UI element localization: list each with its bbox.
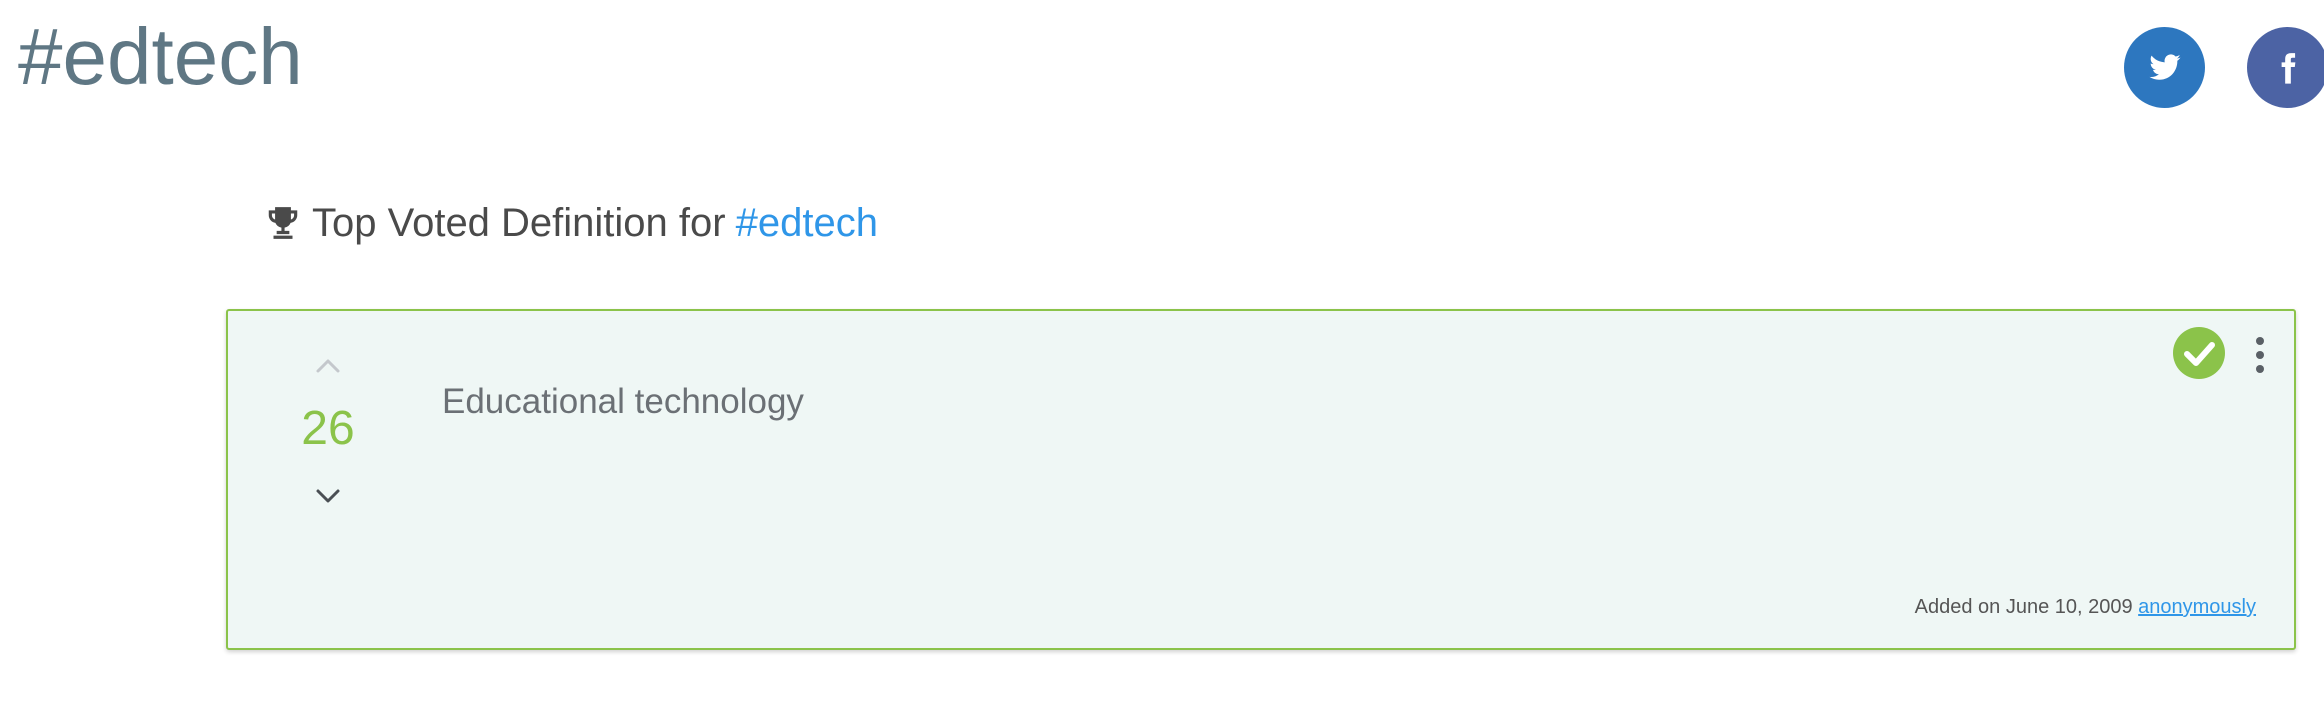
top-voted-heading: Top Voted Definition for #edtech xyxy=(264,195,878,251)
hashtag-link[interactable]: #edtech xyxy=(736,201,878,246)
trophy-icon xyxy=(268,207,298,239)
definition-text: Educational technology xyxy=(442,382,804,421)
vote-column: 26 xyxy=(278,351,378,531)
social-share xyxy=(2124,27,2324,111)
added-date: Added on June 10, 2009 xyxy=(1914,596,2133,618)
definition-meta: Added on June 10, 2009 anonymously xyxy=(1915,596,2256,619)
check-circle-icon xyxy=(2173,327,2225,379)
more-options-icon[interactable] xyxy=(2253,335,2267,375)
vote-count: 26 xyxy=(301,402,355,455)
facebook-icon xyxy=(2281,52,2295,84)
twitter-icon xyxy=(2148,53,2181,80)
twitter-share-button[interactable] xyxy=(2124,27,2205,108)
downvote-chevron-icon[interactable] xyxy=(308,481,348,511)
upvote-chevron-icon[interactable] xyxy=(308,351,348,381)
author-link[interactable]: anonymously xyxy=(2138,596,2256,618)
page: #edtech Top Voted Definition for #edtech… xyxy=(0,0,2324,714)
facebook-share-button[interactable] xyxy=(2247,27,2324,108)
page-title: #edtech xyxy=(18,12,303,101)
definition-card: 26 Educational technology Added on June … xyxy=(226,309,2296,650)
top-voted-label: Top Voted Definition for xyxy=(312,200,726,245)
